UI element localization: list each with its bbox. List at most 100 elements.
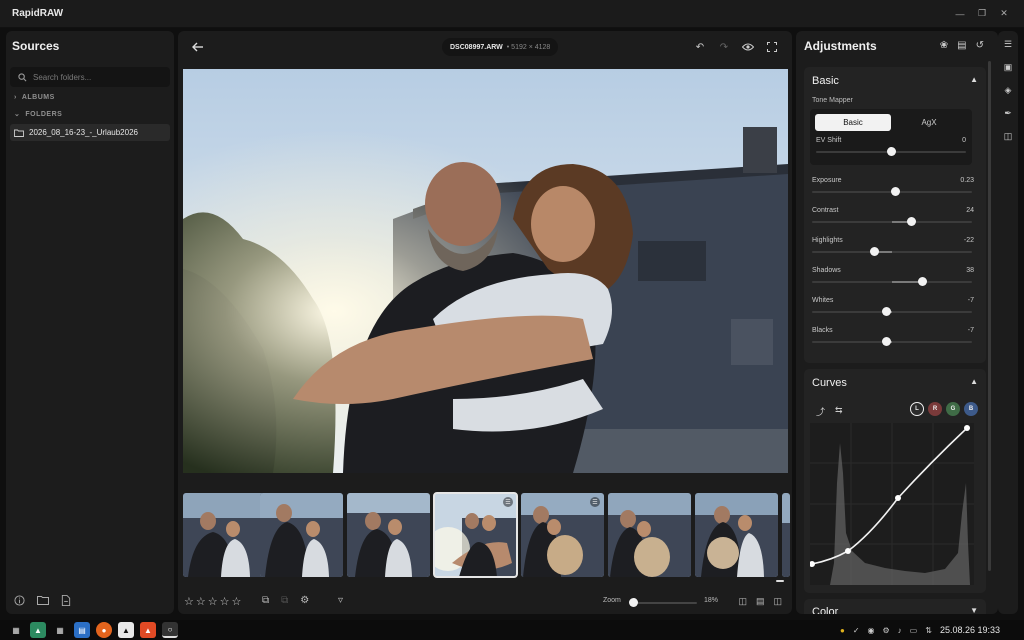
crop-tool-icon[interactable]: ▣ xyxy=(1004,62,1013,73)
curves-title: Curves xyxy=(812,377,847,389)
slider-track[interactable] xyxy=(812,341,972,343)
folders-section[interactable]: ⌄ FOLDERS xyxy=(14,110,62,119)
albums-section[interactable]: › ALBUMS xyxy=(14,94,55,101)
slider-label: Blacks xyxy=(812,327,833,334)
color-title: Color xyxy=(812,606,839,614)
tray-shield-icon[interactable]: ◉ xyxy=(868,626,875,635)
filmstrip-thumb[interactable] xyxy=(347,493,430,577)
tone-basic-button[interactable]: Basic xyxy=(815,114,891,131)
open-folder-icon[interactable] xyxy=(37,595,49,605)
filmstrip-thumb[interactable] xyxy=(183,493,266,577)
tray-settings-icon[interactable]: ⚙ xyxy=(883,626,890,635)
firefox-icon[interactable]: ● xyxy=(96,622,112,638)
curve-point-icon[interactable]: ⤴ xyxy=(816,405,825,418)
adjustments-scrollbar[interactable] xyxy=(988,61,991,571)
filmstrip-thumb-partial[interactable] xyxy=(782,493,790,577)
clock[interactable]: 25.08.26 19:33 xyxy=(940,625,1000,635)
slider-shadows[interactable]: Shadows 38 xyxy=(812,267,974,293)
channel-blue-button[interactable]: B xyxy=(964,402,978,416)
undo-icon[interactable]: ↶ xyxy=(692,39,708,55)
filmstrip-thumb[interactable] xyxy=(260,493,343,577)
brave-icon[interactable]: ▲ xyxy=(140,622,156,638)
inkscape-icon[interactable]: ▲ xyxy=(118,622,134,638)
slider-handle[interactable] xyxy=(891,187,900,196)
slider-blacks[interactable]: Blacks -7 xyxy=(812,327,974,353)
reset-icon[interactable]: ↺ xyxy=(976,40,984,51)
slider-track[interactable] xyxy=(812,311,972,313)
app-store-icon[interactable]: ▲ xyxy=(30,622,46,638)
copy-icon[interactable]: ⧉ xyxy=(262,595,269,606)
zoom-slider-handle[interactable] xyxy=(629,598,638,607)
folder-search[interactable] xyxy=(10,67,170,87)
brush-tool-icon[interactable]: ✒ xyxy=(1004,108,1012,119)
histogram-icon[interactable]: ▤ xyxy=(957,40,966,51)
ev-shift-slider[interactable]: EV Shift 0 xyxy=(816,137,966,163)
fullscreen-icon[interactable] xyxy=(764,39,780,55)
slider-exposure[interactable]: Exposure 0.23 xyxy=(812,177,974,203)
search-input[interactable] xyxy=(33,72,163,82)
minimize-icon[interactable]: — xyxy=(954,8,966,20)
adjustments-tool-icon[interactable]: ☰ xyxy=(1004,39,1012,50)
main-photo[interactable] xyxy=(183,69,788,473)
slider-contrast[interactable]: Contrast 24 xyxy=(812,207,974,233)
channel-red-button[interactable]: R xyxy=(928,402,942,416)
filmstrip-thumb[interactable]: ☰ xyxy=(521,493,604,577)
file-manager-icon[interactable]: ▤ xyxy=(74,622,90,638)
filmstrip-thumb-selected[interactable]: ☰ xyxy=(433,492,518,578)
slider-handle[interactable] xyxy=(870,247,879,256)
star-icon[interactable]: ☆ xyxy=(208,595,218,608)
tray-app-icon[interactable]: ● xyxy=(840,626,845,635)
export-tool-icon[interactable]: ◫ xyxy=(1004,131,1013,142)
collapse-chevron-icon[interactable]: ▲ xyxy=(970,377,978,386)
left-panel-toggle-icon[interactable]: ◫ xyxy=(738,596,747,607)
tray-check-icon[interactable]: ✓ xyxy=(853,626,860,635)
star-icon[interactable]: ☆ xyxy=(196,595,206,608)
import-file-icon[interactable] xyxy=(61,595,71,606)
layers-tool-icon[interactable]: ◈ xyxy=(1005,85,1012,96)
curve-point xyxy=(895,495,901,501)
channel-green-button[interactable]: G xyxy=(946,402,960,416)
close-icon[interactable]: ✕ xyxy=(998,8,1010,20)
slider-handle[interactable] xyxy=(918,277,927,286)
slider-whites[interactable]: Whites -7 xyxy=(812,297,974,323)
redo-icon[interactable]: ↷ xyxy=(716,39,732,55)
info-icon[interactable] xyxy=(14,595,25,606)
star-icon[interactable]: ☆ xyxy=(184,595,194,608)
rapidraw-icon[interactable]: ○ xyxy=(162,622,178,638)
slider-handle[interactable] xyxy=(887,147,896,156)
tone-agx-button[interactable]: AgX xyxy=(891,114,967,131)
slider-value: 0.23 xyxy=(960,177,974,184)
settings-gear-icon[interactable]: ⚙ xyxy=(300,595,309,606)
zoom-slider-track[interactable] xyxy=(633,602,697,604)
slider-handle[interactable] xyxy=(882,307,891,316)
maximize-icon[interactable]: ❐ xyxy=(976,8,988,20)
network-icon[interactable]: ⇅ xyxy=(925,626,932,635)
channel-luma-button[interactable]: L xyxy=(910,402,924,416)
slider-handle[interactable] xyxy=(882,337,891,346)
filmstrip-thumb[interactable] xyxy=(695,493,778,577)
back-arrow-icon[interactable] xyxy=(190,39,206,55)
eye-icon[interactable] xyxy=(740,39,756,55)
display-icon[interactable]: ▭ xyxy=(910,626,918,635)
filmstrip-scrollbar[interactable] xyxy=(776,580,784,582)
star-icon[interactable]: ☆ xyxy=(232,595,242,608)
filmstrip-thumb[interactable] xyxy=(608,493,691,577)
color-wheel-icon[interactable]: ❀ xyxy=(940,40,948,51)
right-panel-toggle-icon[interactable]: ◫ xyxy=(773,596,782,607)
collapse-chevron-icon[interactable]: ▲ xyxy=(970,75,978,84)
swap-icon[interactable]: ⇆ xyxy=(835,405,843,418)
slider-highlights[interactable]: Highlights -22 xyxy=(812,237,974,263)
tone-mapper-toggle: Basic AgX xyxy=(815,114,967,131)
package-manager-icon[interactable]: ▦ xyxy=(52,622,68,638)
expand-chevron-icon[interactable]: ▼ xyxy=(970,606,978,614)
star-icon[interactable]: ☆ xyxy=(220,595,230,608)
slider-handle[interactable] xyxy=(907,217,916,226)
tone-curve-editor[interactable] xyxy=(809,423,974,585)
paste-icon[interactable]: ⧉ xyxy=(281,595,288,606)
volume-icon[interactable]: ♪ xyxy=(898,626,902,635)
folder-item[interactable]: 2026_08_16-23_-_Urlaub2026 xyxy=(10,124,170,141)
filmstrip-toggle-icon[interactable]: ▤ xyxy=(756,596,765,607)
filter-icon[interactable]: ▿ xyxy=(338,595,343,606)
app-launcher-icon[interactable]: ▦ xyxy=(8,622,24,638)
slider-track[interactable] xyxy=(812,251,972,253)
